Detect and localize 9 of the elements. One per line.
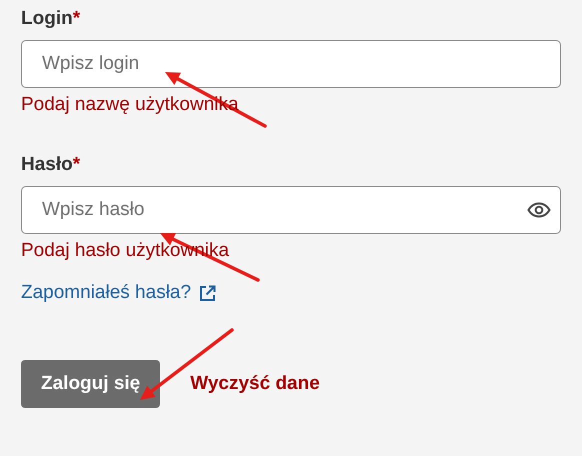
login-button[interactable]: Zaloguj się [21,360,160,408]
external-link-icon [199,284,216,302]
field-label: Login* [21,8,80,30]
eye-icon[interactable] [527,202,551,218]
input-field[interactable]: Wpisz hasło [21,186,561,234]
field-label: Hasło* [21,154,80,176]
input-field[interactable]: Wpisz login [21,40,561,88]
clear-button[interactable]: Wyczyść dane [190,373,320,395]
forgot-password-link[interactable]: Zapomniałeś hasła? [21,282,216,304]
